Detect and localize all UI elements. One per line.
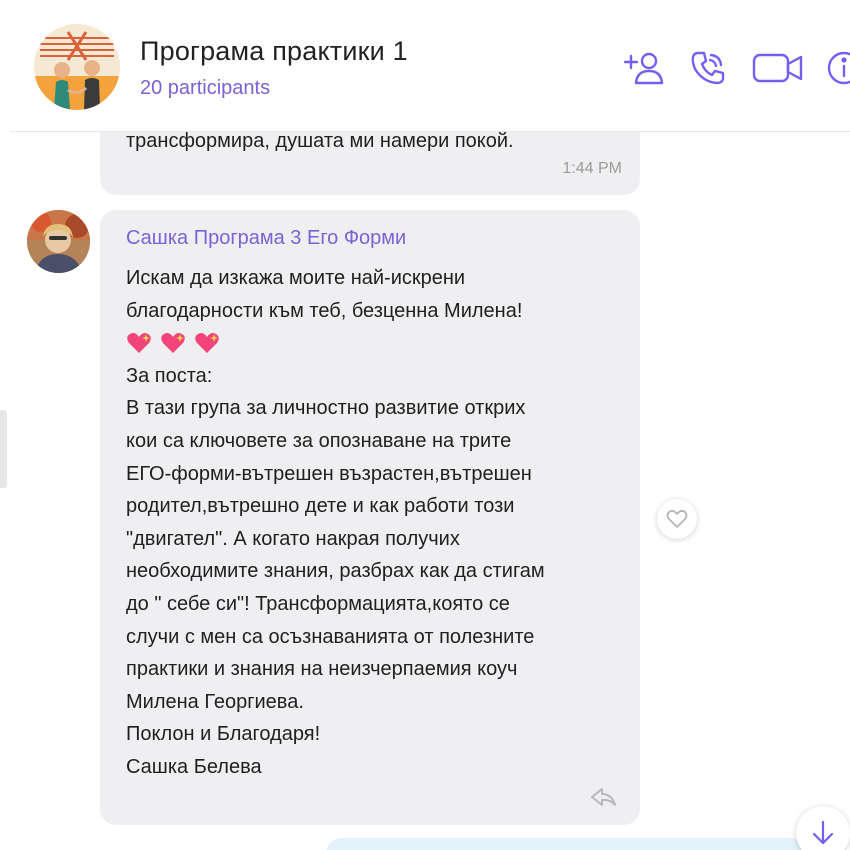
message-line: необходимите знания, разбрах как да стиг… (126, 560, 545, 583)
group-avatar[interactable] (34, 24, 120, 110)
voice-call-icon[interactable] (686, 48, 730, 88)
message-line: до " себе си"! Трансформацията,която се (126, 592, 510, 615)
message-line: Поклон и Благодаря! (126, 723, 321, 746)
video-call-icon[interactable] (750, 48, 806, 88)
group-title: Програма практики 1 (140, 36, 408, 66)
sparkling-heart-icon (161, 333, 185, 354)
message-line: В тази група за личностно развитие откри… (126, 397, 526, 420)
add-participant-icon[interactable] (622, 48, 666, 88)
previous-message-bubble[interactable]: трансформира, душата ми намери покой. 1:… (100, 132, 640, 195)
message-line: кои са ключовете за опознаване на трите (126, 429, 512, 452)
chat-header: Програма практики 1 20 participants (10, 0, 850, 132)
message-list[interactable]: трансформира, душата ми намери покой. 1:… (10, 132, 850, 850)
sender-avatar-photo (27, 210, 90, 273)
sender-avatar[interactable] (27, 210, 90, 273)
viber-window: Програма практики 1 20 participants тран… (0, 0, 850, 850)
heart-outline-icon (666, 509, 688, 528)
sparkling-heart-icon (127, 333, 151, 354)
message-line: Сашка Белева (126, 755, 262, 778)
scroll-to-bottom-button[interactable] (796, 806, 850, 850)
message-text: Искам да изкажа моите най-искрени благод… (126, 262, 626, 784)
previous-message-text: трансформира, душата ми намери покой. (126, 132, 514, 152)
message-line: родител,вътрешно дете и как работи този (126, 495, 515, 518)
message-line: "двигател". А когато накрая получих (126, 527, 460, 550)
emoji-row (126, 327, 626, 360)
message-line: За поста: (126, 364, 213, 387)
message-line: ЕГО-форми-вътрешен възрастен,вътрешен (126, 462, 532, 485)
message-line: Милена Георгиева. (126, 690, 304, 713)
panel-resize-handle[interactable] (0, 410, 7, 488)
message-bubble[interactable]: Сашка Програма 3 Его Форми Искам да изка… (100, 210, 640, 825)
forward-icon[interactable] (588, 785, 618, 809)
message-line: благодарности към теб, безценна Милена! (126, 299, 523, 322)
previous-message-time: 1:44 PM (562, 160, 622, 177)
info-icon[interactable] (822, 48, 850, 88)
sparkling-heart-icon (195, 333, 219, 354)
group-avatar-illustration (34, 24, 120, 110)
message-line: случи с мен са осъзнаванията от полезнит… (126, 625, 535, 648)
outgoing-message-bubble[interactable] (326, 838, 806, 850)
sender-name[interactable]: Сашка Програма 3 Его Форми (126, 227, 406, 250)
participants-count[interactable]: 20 participants (140, 77, 270, 100)
arrow-down-icon (812, 820, 834, 845)
like-button[interactable] (657, 499, 697, 539)
message-line: Искам да изкажа моите най-искрени (126, 267, 466, 289)
message-line: практики и знания на неизчерпаемия коуч (126, 658, 518, 681)
